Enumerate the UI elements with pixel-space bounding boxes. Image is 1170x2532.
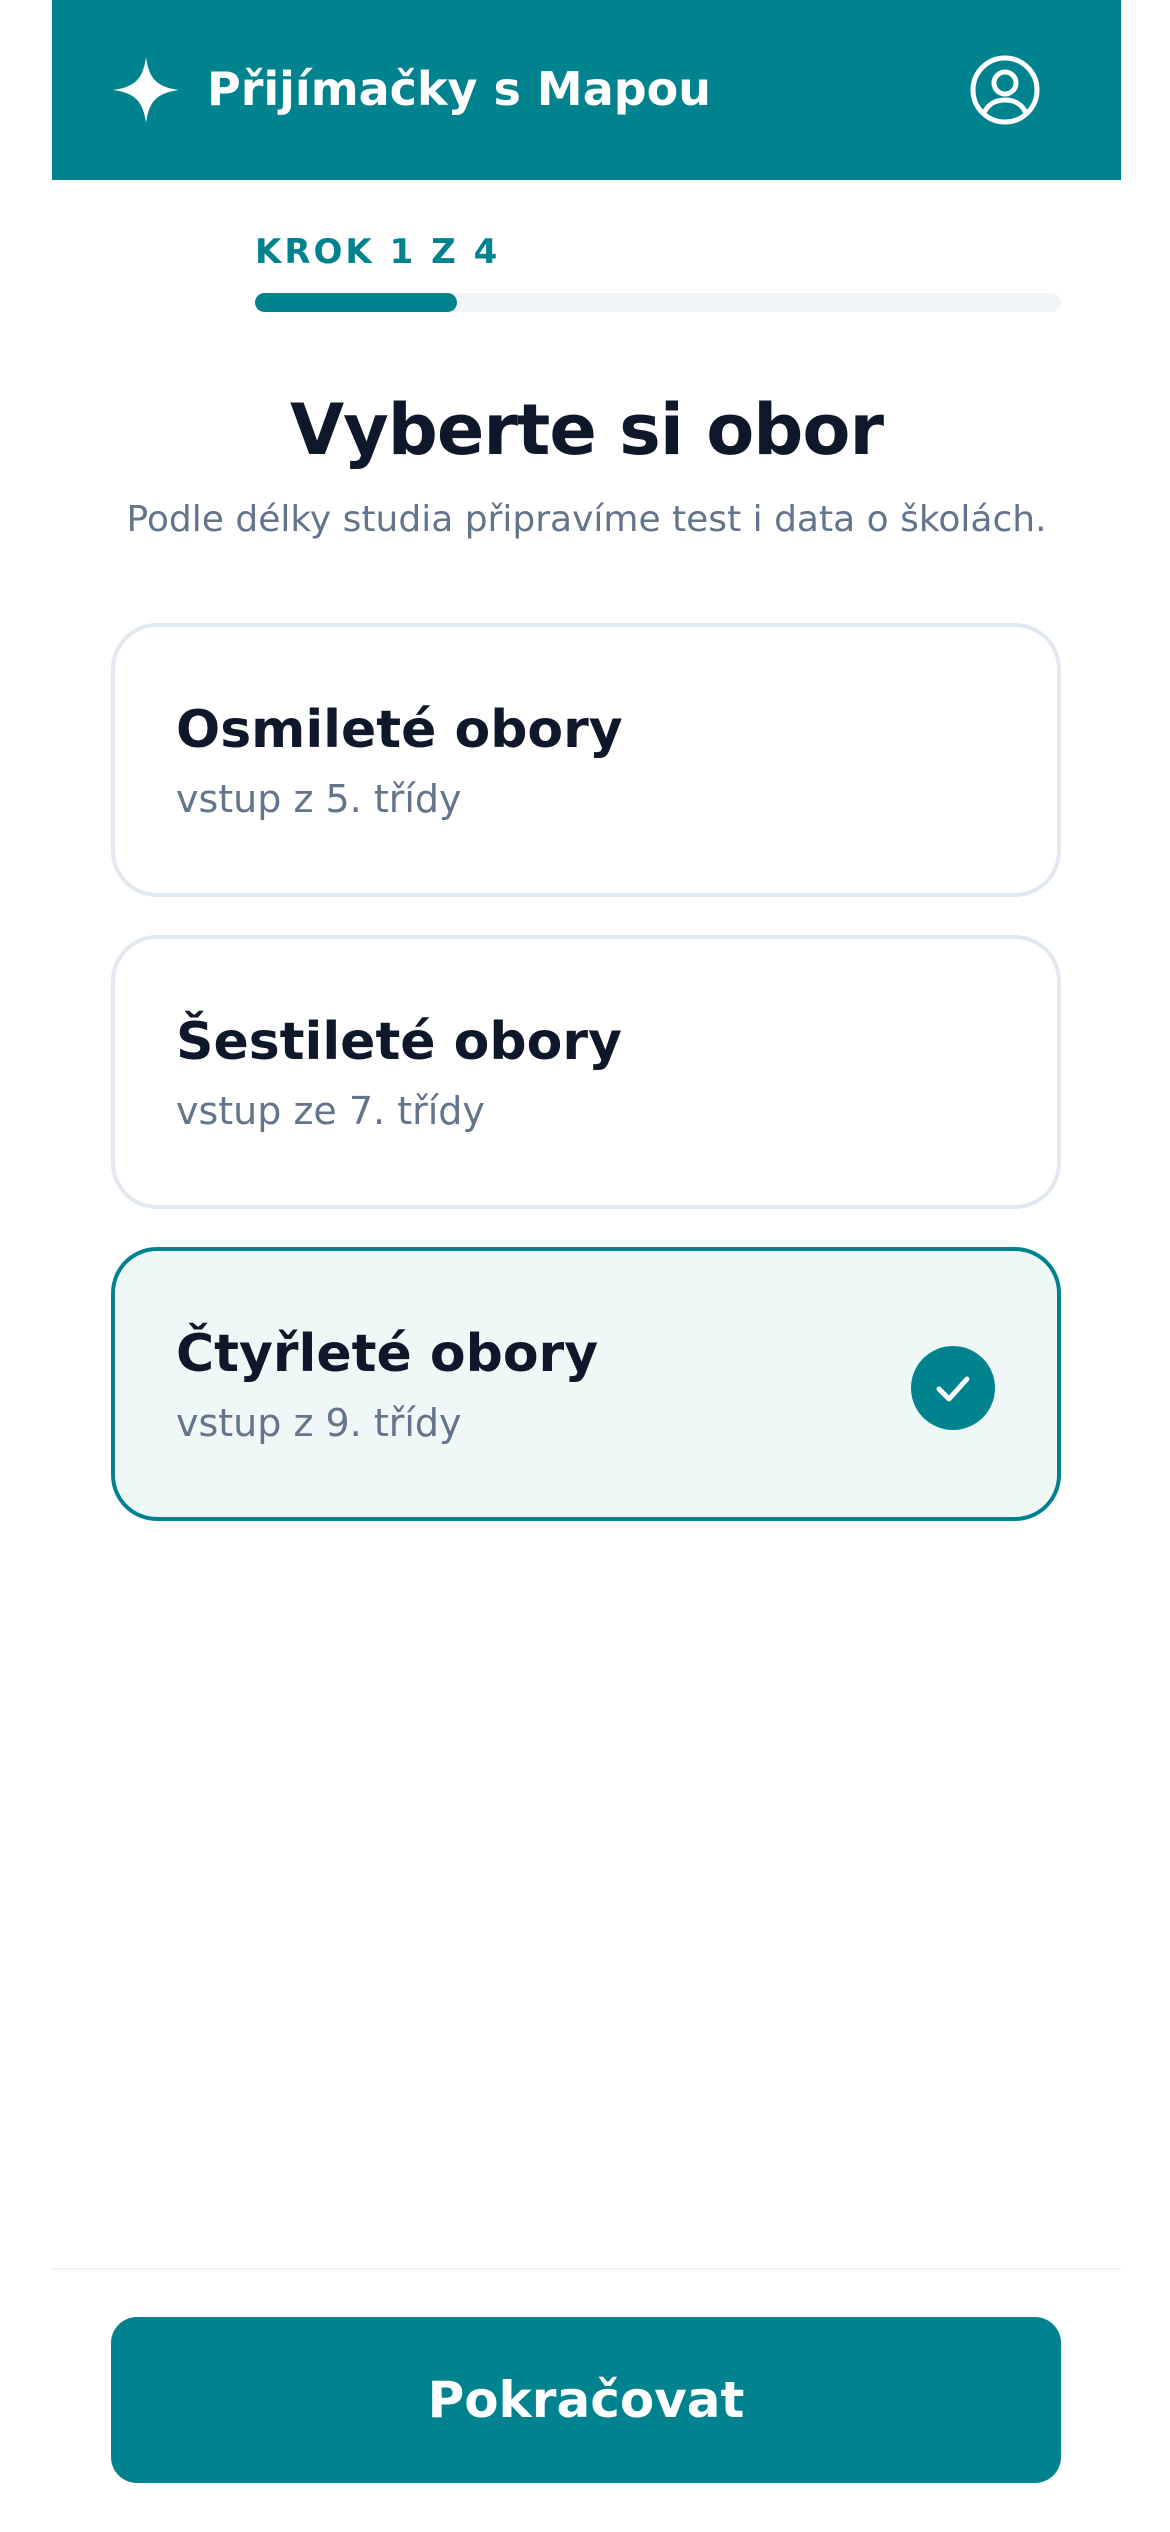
app-title: Přijímačky s Mapou: [207, 62, 712, 116]
profile-button[interactable]: [969, 54, 1041, 126]
step-progress-fill: [255, 293, 457, 312]
option-card-osmilete[interactable]: Osmileté obory vstup z 5. třídy: [111, 623, 1061, 897]
checkmark-icon: [936, 1376, 970, 1402]
option-subtitle: vstup z 5. třídy: [176, 777, 462, 821]
sparkle-icon: [113, 57, 179, 123]
selected-check-badge: [911, 1346, 995, 1430]
app-header: Přijímačky s Mapou: [52, 0, 1121, 180]
page-subtitle: Podle délky studia připravíme test i dat…: [126, 499, 1047, 540]
option-title: Čtyřleté obory: [176, 1324, 599, 1384]
option-subtitle: vstup z 9. třídy: [176, 1401, 462, 1445]
option-card-ctyrlete[interactable]: Čtyřleté obory vstup z 9. třídy: [111, 1247, 1061, 1521]
user-circle-icon: [970, 55, 1040, 125]
step-indicator: KROK 1 Z 4: [255, 232, 501, 272]
option-card-sestilete[interactable]: Šestileté obory vstup ze 7. třídy: [111, 935, 1061, 1209]
option-title: Osmileté obory: [176, 700, 623, 760]
step-progress-bar: [255, 293, 1061, 312]
option-subtitle: vstup ze 7. třídy: [176, 1089, 485, 1133]
app-container: Přijímačky s Mapou KROK 1 Z 4 Vyberte si…: [52, 0, 1121, 2532]
continue-button[interactable]: Pokračovat: [111, 2317, 1061, 2483]
option-title: Šestileté obory: [176, 1012, 622, 1072]
footer-divider: [52, 2268, 1121, 2270]
page-title: Vyberte si obor: [289, 389, 884, 471]
app-screen: Přijímačky s Mapou KROK 1 Z 4 Vyberte si…: [0, 0, 1170, 2532]
